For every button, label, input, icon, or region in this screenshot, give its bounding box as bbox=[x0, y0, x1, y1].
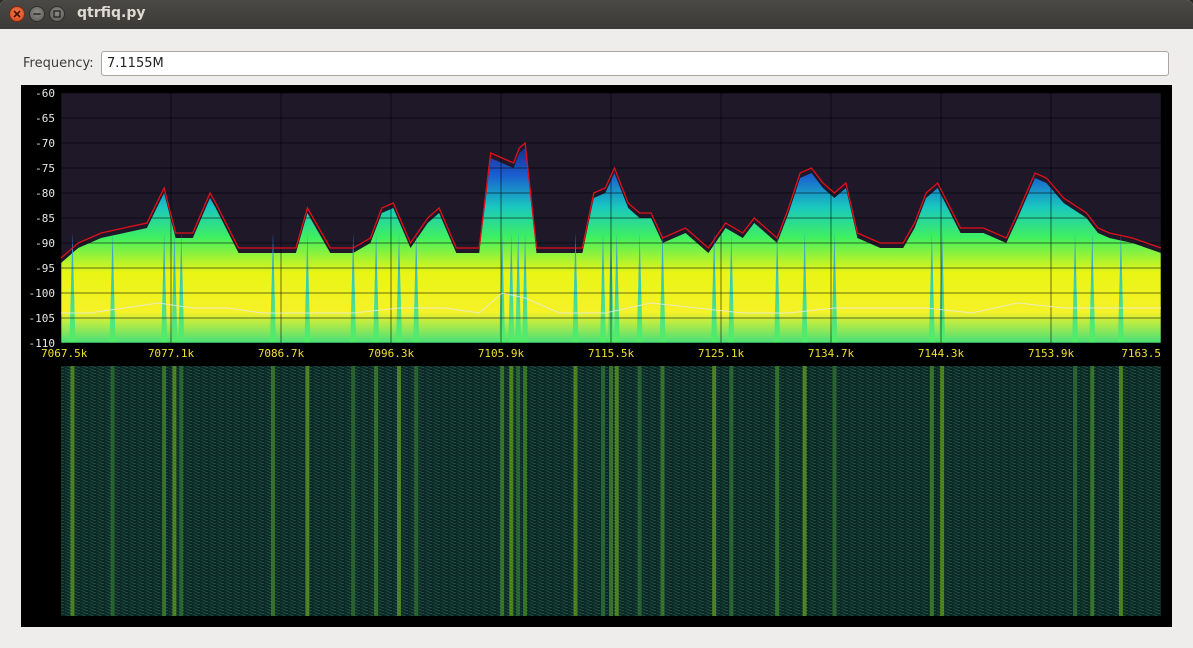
waterfall-signal-column bbox=[940, 366, 945, 616]
waterfall-signal-column bbox=[270, 366, 275, 616]
waterfall-signal-column bbox=[775, 366, 780, 616]
waterfall-signal-column bbox=[600, 366, 605, 616]
waterfall-signal-column bbox=[614, 366, 619, 616]
waterfall-signal-column bbox=[70, 366, 75, 616]
y-tick-label: -80 bbox=[35, 187, 55, 200]
waterfall-signal-column bbox=[374, 366, 379, 616]
waterfall-signal-column bbox=[832, 366, 837, 616]
y-tick-label: -100 bbox=[29, 287, 56, 300]
y-tick-label: -95 bbox=[35, 262, 55, 275]
waterfall-signal-column bbox=[573, 366, 578, 616]
y-tick-label: -60 bbox=[35, 87, 55, 100]
x-tick-label: 7115.5k bbox=[588, 347, 635, 360]
x-tick-label: 7096.3k bbox=[368, 347, 415, 360]
x-tick-label: 7125.1k bbox=[698, 347, 745, 360]
frequency-label: Frequency: bbox=[23, 56, 94, 71]
y-tick-label: -70 bbox=[35, 137, 55, 150]
maximize-icon[interactable] bbox=[49, 6, 65, 22]
window-title: qtrfiq.py bbox=[77, 5, 146, 21]
waterfall-signal-column bbox=[802, 366, 807, 616]
waterfall-signal-column bbox=[929, 366, 934, 616]
x-tick-label: 7153.9k bbox=[1028, 347, 1075, 360]
waterfall-signal-column bbox=[110, 366, 115, 616]
waterfall-signal-column bbox=[660, 366, 665, 616]
title-bar[interactable]: qtrfiq.py bbox=[0, 0, 1193, 29]
waterfall-signal-column bbox=[729, 366, 734, 616]
x-tick-label: 7105.9k bbox=[478, 347, 525, 360]
waterfall-signal-column bbox=[172, 366, 177, 616]
waterfall-signal-column bbox=[509, 366, 514, 616]
waterfall-signal-column bbox=[397, 366, 402, 616]
waterfall-signal-column bbox=[162, 366, 167, 616]
waterfall-signal-column bbox=[179, 366, 184, 616]
waterfall-signal-column bbox=[1118, 366, 1123, 616]
y-tick-label: -65 bbox=[35, 112, 55, 125]
waterfall-signal-column bbox=[351, 366, 356, 616]
waterfall-signal-column bbox=[637, 366, 642, 616]
y-tick-label: -85 bbox=[35, 212, 55, 225]
waterfall-signal-column bbox=[305, 366, 310, 616]
x-tick-label: 7163.5 bbox=[1121, 347, 1161, 360]
x-tick-label: 7077.1k bbox=[148, 347, 195, 360]
x-tick-label: 7086.7k bbox=[258, 347, 305, 360]
y-tick-label: -105 bbox=[29, 312, 56, 325]
waterfall-signal-column bbox=[523, 366, 528, 616]
x-tick-label: 7144.3k bbox=[918, 347, 965, 360]
app-window: qtrfiq.py Frequency: 7.1155M -60 -65 -70… bbox=[0, 0, 1193, 648]
waterfall-signal-column bbox=[414, 366, 419, 616]
waterfall-signal-column bbox=[500, 366, 505, 616]
x-tick-label: 7134.7k bbox=[808, 347, 855, 360]
waterfall-signal-column bbox=[609, 366, 613, 616]
waterfall-signal-column bbox=[712, 366, 717, 616]
waterfall-signal-column bbox=[1073, 366, 1078, 616]
frequency-input[interactable] bbox=[101, 51, 1169, 76]
minimize-icon[interactable] bbox=[29, 6, 45, 22]
y-tick-label: -75 bbox=[35, 162, 55, 175]
waterfall-signal-column bbox=[516, 366, 521, 616]
x-tick-label: 7067.5k bbox=[41, 347, 88, 360]
y-tick-label: -90 bbox=[35, 237, 55, 250]
spectrum-plot-area[interactable]: -60 -65 -70 -75 -80 -85 -90 -95 -100 -105 -110 706… bbox=[21, 85, 1172, 627]
close-icon[interactable] bbox=[9, 6, 25, 22]
spectrum-and-waterfall-chart[interactable]: -60-65-70-75-80-85-90-95-100-105-110 706… bbox=[21, 85, 1172, 627]
waterfall-signal-column bbox=[1090, 366, 1095, 616]
